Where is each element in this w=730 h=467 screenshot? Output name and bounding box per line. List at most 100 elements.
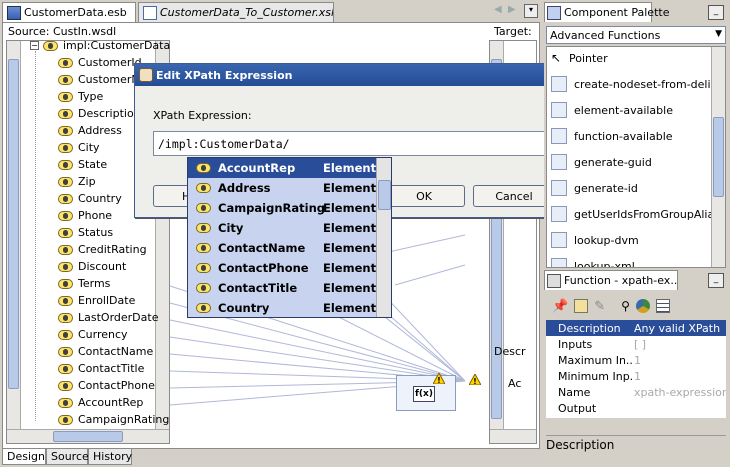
cancel-button[interactable]: Cancel: [473, 185, 555, 207]
function-title: Function - xpath-ex...: [564, 274, 678, 287]
categories-icon[interactable]: [635, 299, 650, 313]
property-row[interactable]: Inputs [ ]: [546, 336, 726, 352]
palette-item[interactable]: generate-id: [551, 176, 638, 200]
palette-item[interactable]: ↖ Pointer: [551, 47, 608, 70]
pencil-icon[interactable]: ✎: [594, 299, 605, 314]
property-row[interactable]: Minimum Inp... 1: [546, 368, 726, 384]
source-field-phone[interactable]: Phone: [58, 207, 112, 224]
source-field-country[interactable]: Country: [58, 190, 122, 207]
source-field-label: Status: [78, 226, 114, 239]
autocomplete-item[interactable]: Country Element: [188, 298, 376, 317]
property-value: Any valid XPath: [632, 320, 726, 336]
target-hscrollbar[interactable]: [490, 429, 536, 443]
collapse-icon[interactable]: −: [30, 41, 39, 50]
source-field-creditrating[interactable]: CreditRating: [58, 241, 147, 258]
ok-button[interactable]: OK: [383, 185, 465, 207]
palette-item[interactable]: generate-guid: [551, 150, 652, 174]
palette-item[interactable]: getUserIdsFromGroupAlias: [551, 202, 720, 226]
list-icon[interactable]: [655, 299, 670, 313]
palette-tab[interactable]: Component Palette: [544, 2, 669, 22]
dialog-title: Edit XPath Expression: [156, 68, 293, 82]
tab-design[interactable]: Design: [2, 449, 46, 465]
xpath-input[interactable]: /impl:CustomerData/: [153, 131, 555, 156]
chevron-down-icon: ▼: [715, 29, 722, 39]
source-field-discount[interactable]: Discount: [58, 258, 126, 275]
palette-scrollbar[interactable]: [711, 47, 725, 267]
source-field-type[interactable]: Type: [58, 88, 103, 105]
source-field-lastorderdate[interactable]: LastOrderDate: [58, 309, 158, 326]
property-key: Name: [558, 385, 591, 399]
scroll-thumb: [378, 180, 391, 210]
source-field-label: LastOrderDate: [78, 311, 159, 324]
palette-item[interactable]: lookup-dvm: [551, 228, 639, 252]
source-field-customerid[interactable]: CustomerId: [58, 54, 142, 71]
source-field-zip[interactable]: Zip: [58, 173, 96, 190]
tab-nav-left-icon[interactable]: ◀: [494, 4, 506, 18]
palette-item[interactable]: lookup-xml: [551, 254, 635, 267]
xml-element-icon: [196, 223, 211, 233]
xml-element-icon: [58, 74, 73, 85]
palette-item[interactable]: element-available: [551, 98, 673, 122]
source-field-enrolldate[interactable]: EnrollDate: [58, 292, 135, 309]
xml-element-icon: [196, 283, 211, 293]
tab-history[interactable]: History: [88, 449, 132, 465]
tab-list-icon[interactable]: ▾: [524, 4, 538, 18]
tree-guide-lines: [35, 51, 36, 421]
tab-source[interactable]: Source: [46, 449, 89, 465]
palette-item-label: Pointer: [569, 51, 608, 65]
source-field-accountrep[interactable]: AccountRep: [58, 394, 143, 411]
palette-item[interactable]: function-available: [551, 124, 673, 148]
xml-element-icon: [58, 159, 73, 170]
palette-item[interactable]: create-nodeset-from-deli...: [551, 72, 721, 96]
autocomplete-item[interactable]: Address Element: [188, 178, 376, 198]
palette-item-label: function-available: [574, 129, 673, 143]
autocomplete-item[interactable]: CampaignRating Element: [188, 198, 376, 218]
dialog-titlebar: Edit XPath Expression: [135, 64, 573, 86]
item-name: CampaignRating: [218, 201, 326, 215]
palette-title: Component Palette: [564, 6, 670, 19]
source-field-label: ContactPhone: [78, 379, 155, 392]
source-field-description[interactable]: Description: [58, 105, 141, 122]
source-field-contactname[interactable]: ContactName: [58, 343, 153, 360]
property-row[interactable]: Maximum In... 1: [546, 352, 726, 368]
palette-item-label: element-available: [574, 103, 673, 117]
pin-icon[interactable]: 📌: [552, 299, 568, 314]
xpath-function-node[interactable]: f(x): [396, 375, 456, 411]
source-field-contacttitle[interactable]: ContactTitle: [58, 360, 144, 377]
source-field-label: Description: [78, 107, 141, 120]
autocomplete-scrollbar[interactable]: [376, 158, 391, 317]
autocomplete-item[interactable]: ContactTitle Element: [188, 278, 376, 298]
autocomplete-item[interactable]: ContactName Element: [188, 238, 376, 258]
source-field-campaignrating[interactable]: CampaignRating: [58, 411, 169, 428]
source-field-currency[interactable]: Currency: [58, 326, 128, 343]
autocomplete-item[interactable]: City Element: [188, 218, 376, 238]
source-field-customern[interactable]: CustomerN: [58, 71, 140, 88]
source-field-city[interactable]: City: [58, 139, 100, 156]
function-icon: [551, 154, 567, 170]
minimize-icon[interactable]: _: [708, 273, 724, 288]
tab-customerdata-esb[interactable]: CustomerData.esb: [2, 2, 136, 22]
minimize-icon[interactable]: _: [708, 5, 724, 20]
source-hscrollbar[interactable]: [7, 429, 169, 443]
source-field-address[interactable]: Address: [58, 122, 122, 139]
source-field-label: Zip: [78, 175, 96, 188]
palette-dropdown[interactable]: Advanced Functions ▼: [546, 26, 726, 44]
edit-icon[interactable]: [574, 299, 589, 313]
property-row[interactable]: Output: [546, 400, 726, 416]
source-field-status[interactable]: Status: [58, 224, 113, 241]
source-left-scrollbar[interactable]: [7, 41, 21, 429]
tab-nav-right-icon[interactable]: ▶: [508, 4, 520, 18]
autocomplete-item[interactable]: ContactPhone Element: [188, 258, 376, 278]
source-root-node[interactable]: − impl:CustomerData: [30, 37, 170, 54]
source-field-terms[interactable]: Terms: [58, 275, 110, 292]
property-row[interactable]: Description Any valid XPath: [546, 320, 726, 336]
property-key: Minimum Inp...: [558, 369, 632, 383]
function-tab[interactable]: Function - xpath-ex...: [544, 270, 678, 290]
tab-xsl-map[interactable]: CustomerData_To_Customer.xsl: [138, 2, 334, 22]
property-row[interactable]: Name xpath-expression: [546, 384, 726, 400]
source-field-state[interactable]: State: [58, 156, 107, 173]
xml-element-icon: [58, 91, 73, 102]
find-icon[interactable]: ⚲: [621, 299, 630, 313]
autocomplete-item[interactable]: AccountRep Element: [188, 158, 376, 178]
source-field-contactphone[interactable]: ContactPhone: [58, 377, 155, 394]
